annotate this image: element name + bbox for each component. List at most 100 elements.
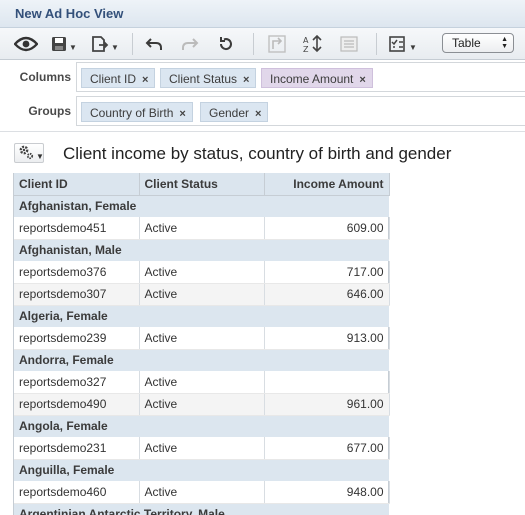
display-options-icon	[389, 36, 407, 52]
pivot-button[interactable]	[268, 34, 286, 54]
display-options-button[interactable]: ▼	[389, 34, 417, 54]
table-row: reportsdemo451 Active 609.00	[14, 217, 390, 240]
redo-button[interactable]	[181, 34, 199, 54]
cell-income-amount[interactable]: 609.00	[264, 217, 390, 240]
view-type-select[interactable]: Table ▲ ▼	[442, 33, 514, 53]
chevron-down-icon: ▼	[111, 42, 119, 52]
column-chip-income-amount[interactable]: Income Amount ×	[261, 68, 373, 88]
chip-label: Client ID	[90, 72, 137, 86]
cell-client-id[interactable]: reportsdemo327	[14, 371, 140, 394]
remove-icon[interactable]: ×	[179, 108, 185, 120]
group-label[interactable]: Angola, Female	[14, 415, 389, 437]
preview-button[interactable]	[14, 34, 38, 54]
group-label[interactable]: Afghanistan, Male	[14, 239, 389, 261]
save-icon	[51, 36, 67, 52]
header-client-status[interactable]: Client Status	[139, 173, 265, 196]
header-income-amount[interactable]: Income Amount	[264, 173, 390, 196]
cell-client-status[interactable]: Active	[139, 481, 265, 504]
cell-income-amount[interactable]: 948.00	[264, 481, 390, 504]
table-row: reportsdemo490 Active 961.00	[14, 393, 390, 416]
cell-client-id[interactable]: reportsdemo490	[14, 393, 140, 416]
toolbar-separator	[132, 33, 133, 55]
table-row: reportsdemo460 Active 948.00	[14, 481, 390, 504]
cell-client-id[interactable]: reportsdemo451	[14, 217, 140, 240]
toolbar-separator	[253, 33, 254, 55]
cell-client-status[interactable]: Active	[139, 437, 265, 460]
cell-client-status[interactable]: Active	[139, 261, 265, 284]
sort-icon: AZ	[303, 35, 323, 53]
chevron-down-icon: ▼	[69, 42, 77, 52]
remove-icon[interactable]: ×	[255, 108, 261, 120]
eye-icon	[14, 36, 38, 52]
remove-icon[interactable]: ×	[142, 74, 148, 86]
cell-client-id[interactable]: reportsdemo231	[14, 437, 140, 460]
columns-label: Columns	[19, 70, 71, 84]
page-properties-button[interactable]	[340, 34, 358, 54]
group-row: Andorra, Female	[14, 349, 389, 371]
window-title: New Ad Hoc View	[15, 6, 124, 21]
cell-income-amount[interactable]	[264, 371, 390, 394]
group-label[interactable]: Argentinian Antarctic Territory, Male	[14, 503, 389, 515]
group-row: Afghanistan, Male	[14, 239, 389, 261]
group-chip-country-of-birth[interactable]: Country of Birth ×	[81, 102, 193, 122]
groups-label: Groups	[28, 104, 71, 118]
cell-client-status[interactable]: Active	[139, 371, 265, 394]
cell-client-status[interactable]: Active	[139, 327, 265, 350]
svg-text:A: A	[303, 36, 309, 45]
group-chip-gender[interactable]: Gender ×	[200, 102, 269, 122]
report-table: Client ID Client Status Income Amount Af…	[13, 173, 390, 515]
cell-income-amount[interactable]: 961.00	[264, 393, 390, 416]
remove-icon[interactable]: ×	[359, 74, 365, 86]
cell-client-id[interactable]: reportsdemo460	[14, 481, 140, 504]
chevron-down-icon: ▼	[409, 42, 417, 52]
redo-icon	[181, 36, 199, 52]
column-chip-client-status[interactable]: Client Status ×	[160, 68, 257, 88]
group-label[interactable]: Anguilla, Female	[14, 459, 389, 481]
table-row: reportsdemo231 Active 677.00	[14, 437, 390, 460]
page-properties-icon	[340, 36, 358, 52]
cell-income-amount[interactable]: 717.00	[264, 261, 390, 284]
table-row: reportsdemo239 Active 913.00	[14, 327, 390, 350]
group-row: Argentinian Antarctic Territory, Male	[14, 503, 389, 515]
column-chip-client-id[interactable]: Client ID ×	[81, 68, 156, 88]
undo-all-button[interactable]	[218, 34, 234, 54]
columns-drop-zone[interactable]: Client ID × Client Status × Income Amount ×	[76, 62, 525, 92]
sort-button[interactable]: AZ	[303, 34, 323, 54]
report-title[interactable]: Client income by status, country of birt…	[63, 144, 451, 164]
cell-client-id[interactable]: reportsdemo239	[14, 327, 140, 350]
chip-label: Client Status	[169, 72, 238, 86]
table-row: reportsdemo327 Active	[14, 371, 390, 394]
select-arrows-icon: ▲ ▼	[501, 36, 508, 50]
toolbar: ▼ ▼ AZ ▼ Table ▲ ▼	[0, 28, 525, 60]
cell-client-status[interactable]: Active	[139, 217, 265, 240]
chip-label: Gender	[209, 106, 250, 120]
chip-label: Country of Birth	[90, 106, 174, 120]
cell-income-amount[interactable]: 646.00	[264, 283, 390, 306]
report-options-button[interactable]: ▼	[14, 143, 44, 163]
cell-client-status[interactable]: Active	[139, 283, 265, 306]
svg-text:Z: Z	[303, 45, 309, 53]
title-bar: New Ad Hoc View	[0, 0, 525, 28]
group-label[interactable]: Algeria, Female	[14, 305, 389, 327]
cell-income-amount[interactable]: 913.00	[264, 327, 390, 350]
cell-client-id[interactable]: reportsdemo307	[14, 283, 140, 306]
table-row: reportsdemo376 Active 717.00	[14, 261, 390, 284]
undo-button[interactable]	[145, 34, 163, 54]
pivot-icon	[268, 35, 286, 53]
gear-icon	[18, 144, 34, 163]
cell-client-id[interactable]: reportsdemo376	[14, 261, 140, 284]
group-label[interactable]: Andorra, Female	[14, 349, 389, 371]
cell-income-amount[interactable]: 677.00	[264, 437, 390, 460]
group-row: Algeria, Female	[14, 305, 389, 327]
table-header-row: Client ID Client Status Income Amount	[14, 173, 390, 196]
export-button[interactable]: ▼	[91, 34, 119, 54]
cell-client-status[interactable]: Active	[139, 393, 265, 416]
view-type-value: Table	[452, 36, 481, 50]
save-button[interactable]: ▼	[51, 34, 77, 54]
group-label[interactable]: Afghanistan, Female	[14, 195, 389, 217]
header-client-id[interactable]: Client ID	[14, 173, 140, 196]
toolbar-separator	[376, 33, 377, 55]
remove-icon[interactable]: ×	[243, 74, 249, 86]
groups-drop-zone[interactable]: Country of Birth × Gender ×	[76, 96, 525, 126]
table-row: reportsdemo307 Active 646.00	[14, 283, 390, 306]
